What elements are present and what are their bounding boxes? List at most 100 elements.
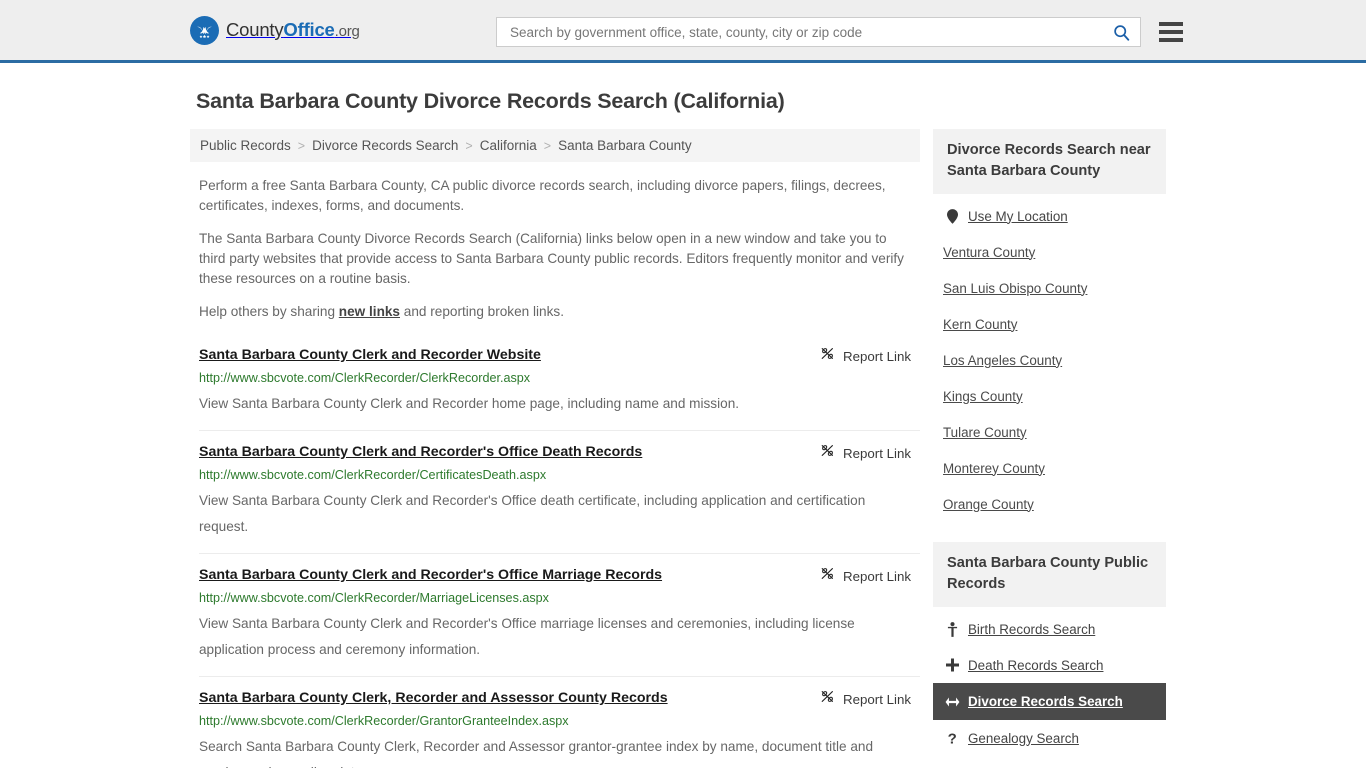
result-description: View Santa Barbara County Clerk and Reco… [199,616,855,657]
broken-link-icon [820,689,835,709]
result-title-link[interactable]: Santa Barbara County Clerk and Recorder'… [199,443,920,461]
sidebar: Divorce Records Search near Santa Barbar… [933,129,1166,768]
intro-p3-after: and reporting broken links. [400,304,564,319]
sidebar-nearby-list: Use My Location Ventura County San Luis … [933,198,1166,522]
sidebar-item-use-my-location[interactable]: Use My Location [933,198,1166,234]
report-link-label: Report Link [843,691,911,707]
double-arrow-icon [943,696,961,708]
report-link-button[interactable]: Report Link [820,689,911,709]
sidebar-item-san-luis-obispo-county[interactable]: San Luis Obispo County [933,270,1166,306]
use-my-location-link[interactable]: Use My Location [968,209,1068,224]
county-link[interactable]: Tulare County [943,425,1027,440]
sidebar-item-ventura-county[interactable]: Ventura County [933,234,1166,270]
result-item: Santa Barbara County Clerk and Recorder … [199,340,920,430]
sidebar-item-kings-county[interactable]: Kings County [933,378,1166,414]
search-input[interactable] [508,19,1110,45]
result-url: http://www.sbcvote.com/ClerkRecorder/Gra… [199,714,569,728]
county-link[interactable]: Kings County [943,389,1023,404]
county-link[interactable]: Kern County [943,317,1017,332]
results-list: Santa Barbara County Clerk and Recorder … [199,340,920,768]
map-pin-icon [943,208,961,224]
hamburger-bar [1159,30,1183,34]
intro-paragraph-2: The Santa Barbara County Divorce Records… [199,231,904,286]
content-columns: Public Records > Divorce Records Search … [190,129,1176,768]
svg-text:?: ? [947,731,956,746]
site-header: CountyOffice.org [0,0,1366,63]
report-link-label: Report Link [843,568,911,584]
result-title-link[interactable]: Santa Barbara County Clerk and Recorder … [199,346,920,364]
logo-part-office: Office [283,19,335,40]
intro-paragraph-1: Perform a free Santa Barbara County, CA … [199,178,886,213]
result-title-link[interactable]: Santa Barbara County Clerk and Recorder'… [199,566,920,584]
county-link[interactable]: Monterey County [943,461,1045,476]
breadcrumb-separator: > [297,138,306,153]
result-item: Santa Barbara County Clerk and Recorder'… [199,430,920,553]
result-header: Santa Barbara County Clerk, Recorder and… [199,689,920,707]
result-url: http://www.sbcvote.com/ClerkRecorder/Cle… [199,371,531,385]
main-column: Public Records > Divorce Records Search … [190,129,920,768]
search-icon[interactable] [1110,21,1132,43]
hamburger-menu-icon[interactable] [1159,22,1183,42]
report-link-label: Report Link [843,445,911,461]
result-description: Search Santa Barbara County Clerk, Recor… [199,739,874,768]
county-link[interactable]: San Luis Obispo County [943,281,1087,296]
result-item: Santa Barbara County Clerk, Recorder and… [199,676,920,768]
report-link-label: Report Link [843,348,911,364]
result-description: View Santa Barbara County Clerk and Reco… [199,396,740,411]
result-header: Santa Barbara County Clerk and Recorder'… [199,443,920,461]
new-links-link[interactable]: new links [339,304,400,319]
broken-link-icon [820,443,835,463]
breadcrumb-separator: > [465,138,473,153]
sidebar-item-orange-county[interactable]: Orange County [933,486,1166,522]
report-link-button[interactable]: Report Link [820,346,911,366]
sidebar-item-death-records-search[interactable]: Death Records Search [933,647,1166,683]
breadcrumb-item-public-records[interactable]: Public Records [200,138,291,153]
report-link-button[interactable]: Report Link [820,566,911,586]
breadcrumb: Public Records > Divorce Records Search … [190,129,920,162]
result-url: http://www.sbcvote.com/ClerkRecorder/Mar… [199,591,549,605]
eagle-badge-icon [190,15,219,45]
county-link[interactable]: Orange County [943,497,1034,512]
result-url: http://www.sbcvote.com/ClerkRecorder/Cer… [199,468,547,482]
public-record-link[interactable]: Divorce Records Search [968,694,1123,709]
sidebar-public-records-heading: Santa Barbara County Public Records [933,542,1166,607]
sidebar-item-divorce-records-search[interactable]: Divorce Records Search [933,683,1166,720]
sidebar-item-los-angeles-county[interactable]: Los Angeles County [933,342,1166,378]
report-link-button[interactable]: Report Link [820,443,911,463]
county-link[interactable]: Los Angeles County [943,353,1062,368]
hamburger-bar [1159,38,1183,42]
breadcrumb-item-santa-barbara-county[interactable]: Santa Barbara County [558,138,692,153]
search-area [496,17,1183,47]
sidebar-item-kern-county[interactable]: Kern County [933,306,1166,342]
broken-link-icon [820,566,835,586]
cross-icon [943,658,961,672]
result-title-link[interactable]: Santa Barbara County Clerk, Recorder and… [199,689,920,707]
public-record-link[interactable]: Genealogy Search [968,731,1079,746]
search-box[interactable] [496,17,1141,47]
sidebar-item-marriage-records-search[interactable]: Marriage Records Search [933,756,1166,768]
sidebar-item-monterey-county[interactable]: Monterey County [933,450,1166,486]
breadcrumb-item-divorce-records-search[interactable]: Divorce Records Search [312,138,458,153]
breadcrumb-item-california[interactable]: California [480,138,537,153]
header-inner: CountyOffice.org [0,0,1366,60]
sidebar-public-records-list: Birth Records Search Death Records Searc… [933,611,1166,768]
breadcrumb-separator: > [543,138,552,153]
site-logo[interactable]: CountyOffice.org [190,15,360,45]
public-record-link[interactable]: Death Records Search [968,658,1103,673]
result-header: Santa Barbara County Clerk and Recorder … [199,346,920,364]
sidebar-nearby-heading: Divorce Records Search near Santa Barbar… [933,129,1166,194]
public-record-link[interactable]: Birth Records Search [968,622,1095,637]
result-item: Santa Barbara County Clerk and Recorder'… [199,553,920,676]
logo-part-org: .org [334,23,360,40]
sidebar-public-records-block: Santa Barbara County Public Records Birt… [933,542,1166,768]
county-link[interactable]: Ventura County [943,245,1035,260]
sidebar-item-tulare-county[interactable]: Tulare County [933,414,1166,450]
logo-part-county: County [226,19,284,40]
baby-icon [943,621,961,637]
result-header: Santa Barbara County Clerk and Recorder'… [199,566,920,584]
page-title: Santa Barbara County Divorce Records Sea… [196,89,785,113]
sidebar-item-birth-records-search[interactable]: Birth Records Search [933,611,1166,647]
logo-text: CountyOffice.org [226,19,360,41]
page-body: Santa Barbara County Divorce Records Sea… [0,89,1366,768]
sidebar-item-genealogy-search[interactable]: ? Genealogy Search [933,720,1166,756]
